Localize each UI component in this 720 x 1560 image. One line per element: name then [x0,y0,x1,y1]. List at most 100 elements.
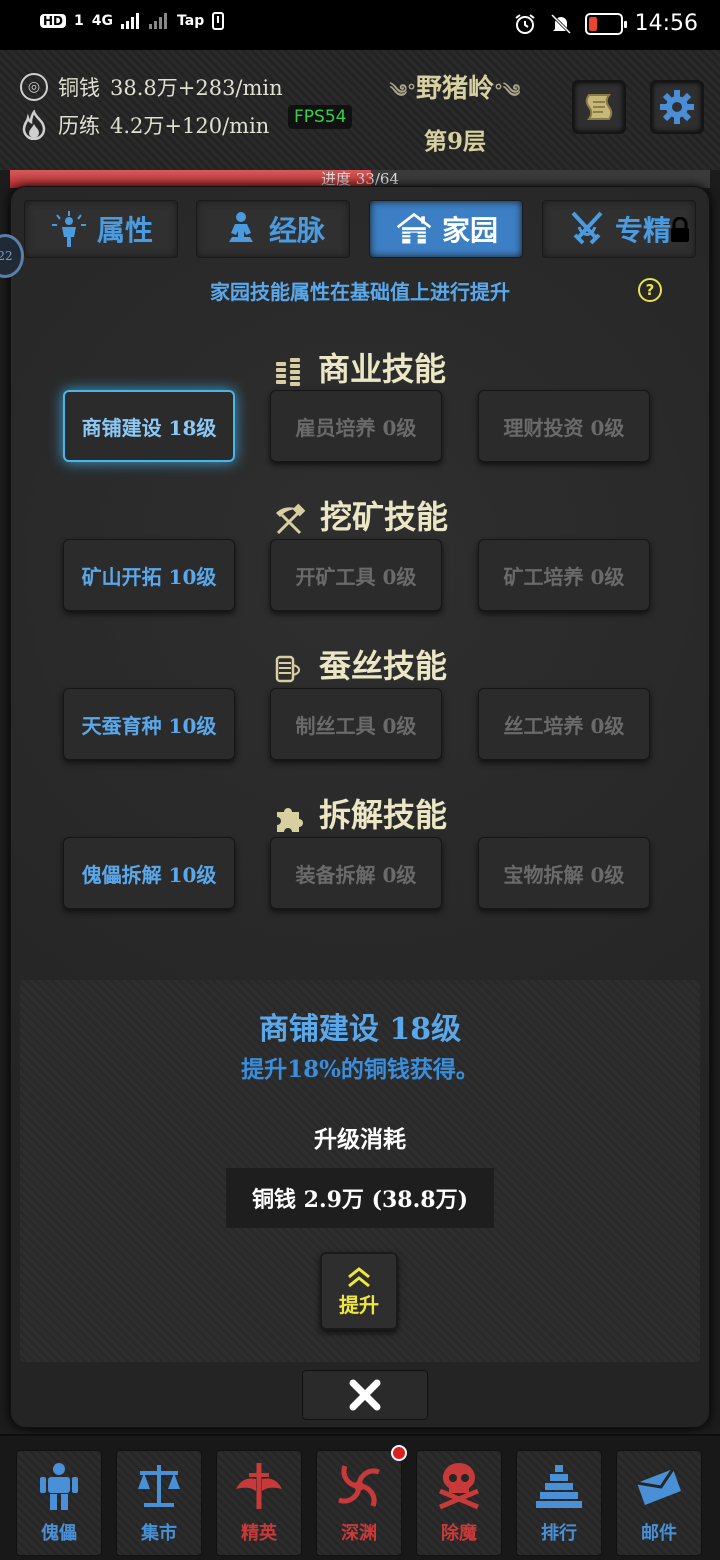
status-right: 14:56 [513,11,698,36]
quest-scroll-button[interactable] [572,80,626,134]
ornament-left-icon: ༄° [389,81,416,102]
network-type: 4G [91,13,113,29]
game-header: ◎ 铜钱 38.8万+283/min 历练 4.2万+120/min FPS54… [0,50,720,170]
nav-elite[interactable]: 精英 [216,1450,302,1556]
upgrade-button[interactable]: 提升 [320,1252,398,1330]
skill-silk-worker-training[interactable]: 丝工培养 0级 [478,688,650,760]
bottom-navigation: 傀儡 集市 精英 深渊 除魔 排行 邮件 [0,1434,720,1560]
section-title-dismantle: 拆解技能 [0,790,720,836]
nav-label: 除魔 [441,1523,477,1544]
hd-badge: HD [40,14,67,28]
tap-indicator: Tap [177,13,205,29]
fps-counter: FPS54 [288,105,353,129]
section-title-mining: 挖矿技能 [0,492,720,538]
nav-label: 精英 [241,1523,277,1544]
coin-stack-icon [275,357,300,386]
floor-label: 第9层 [423,128,486,155]
tab-bar: 属性 经脉 家园 专精 [24,200,704,260]
help-button[interactable]: ? [638,278,662,302]
close-icon [349,1379,381,1411]
nav-label: 邮件 [641,1523,677,1544]
person-aura-icon [49,209,89,249]
skill-equipment-dismantle[interactable]: 装备拆解 0级 [270,837,442,909]
scales-icon [138,1465,180,1507]
clock: 14:56 [634,11,698,36]
scroll-icon [585,94,613,120]
meditation-icon [221,209,261,249]
tab-home[interactable]: 家园 [369,200,523,258]
envelope-icon [636,1468,681,1505]
upgrade-cost: 铜钱 2.9万 (38.8万) [226,1168,494,1228]
exp-label: 历练 [58,114,100,138]
tab-label: 家园 [441,214,498,247]
coins-value: 38.8万+283/min [110,76,283,100]
gear-icon [660,90,694,124]
tab-label: 专精 [614,214,671,247]
home-skills-description: 家园技能属性在基础值上进行提升 [210,280,510,304]
double-chevron-up-icon [348,1266,370,1287]
close-button[interactable] [302,1370,428,1420]
coins-label: 铜钱 [58,76,100,100]
tab-specialization[interactable]: 专精 [542,200,696,258]
settings-button[interactable] [650,80,704,134]
tab-meridians[interactable]: 经脉 [196,200,350,258]
section-label: 蚕丝技能 [318,647,447,685]
silk-spool-icon [275,655,300,682]
exp-row: 历练 4.2万+120/min [20,110,269,140]
lock-icon [671,217,689,242]
nav-puppet[interactable]: 傀儡 [16,1450,102,1556]
upgrade-label: 提升 [339,1292,379,1317]
signal-icon [121,13,139,29]
bell-muted-icon [550,13,571,34]
signal-icon-2 [149,13,167,29]
section-label: 挖矿技能 [319,498,448,536]
coin-icon: ◎ [20,73,48,101]
skill-employee-training[interactable]: 雇员培养 0级 [270,390,442,462]
skill-mining-tools[interactable]: 开矿工具 0级 [270,539,442,611]
section-title-silk: 蚕丝技能 [0,641,720,687]
coins-row: ◎ 铜钱 38.8万+283/min [20,72,283,102]
pyramid-icon [536,1465,582,1508]
winged-sword-icon [236,1463,282,1509]
section-label: 拆解技能 [318,796,447,834]
skill-miner-training[interactable]: 矿工培养 0级 [478,539,650,611]
skull-crossbones-icon [439,1463,479,1510]
skill-mine-expansion[interactable]: 矿山开拓 10级 [63,539,235,611]
house-icon [394,209,434,249]
nav-market[interactable]: 集市 [116,1450,202,1556]
nav-label: 集市 [141,1523,177,1544]
nav-mail[interactable]: 邮件 [616,1450,702,1556]
tab-attributes[interactable]: 属性 [24,200,178,258]
storage-icon [212,12,225,30]
battery-icon [584,12,627,35]
flame-icon [22,110,46,140]
network-indicators: HD 1 4G Tap [40,12,225,30]
crossed-swords-icon [567,209,607,249]
vortex-icon [338,1465,380,1507]
puppet-icon [40,1463,78,1510]
detail-effect: 提升18%的铜钱获得。 [241,1056,479,1083]
notification-dot [391,1445,407,1461]
ornament-right-icon: °༄ [494,81,521,102]
skill-silk-tools[interactable]: 制丝工具 0级 [270,688,442,760]
skill-silkworm-breeding[interactable]: 天蚕育种 10级 [63,688,235,760]
nav-abyss[interactable]: 深渊 [316,1445,407,1556]
status-bar: HD 1 4G Tap 14:56 [0,0,720,50]
skill-financial-investment[interactable]: 理财投资 0级 [478,390,650,462]
nav-ranking[interactable]: 排行 [516,1450,602,1556]
tab-label: 属性 [96,214,153,247]
section-label: 商业技能 [317,350,446,388]
location-name: 野猪岭 [415,74,494,104]
skill-treasure-dismantle[interactable]: 宝物拆解 0级 [478,837,650,909]
nav-exorcism[interactable]: 除魔 [416,1450,502,1556]
upgrade-cost-label: 升级消耗 [314,1126,406,1153]
tab-label: 经脉 [268,214,325,247]
puzzle-piece-icon [276,807,303,832]
skill-shop-building[interactable]: 商铺建设 18级 [63,390,235,462]
skill-puppet-dismantle[interactable]: 傀儡拆解 10级 [63,837,235,909]
nav-label: 排行 [541,1523,577,1544]
section-title-commerce: 商业技能 [0,344,720,390]
location-title: ༄°野猪岭°༄ [370,68,540,122]
pickaxe-hammer-icon [275,503,306,534]
detail-title: 商铺建设 18级 [258,1012,462,1047]
